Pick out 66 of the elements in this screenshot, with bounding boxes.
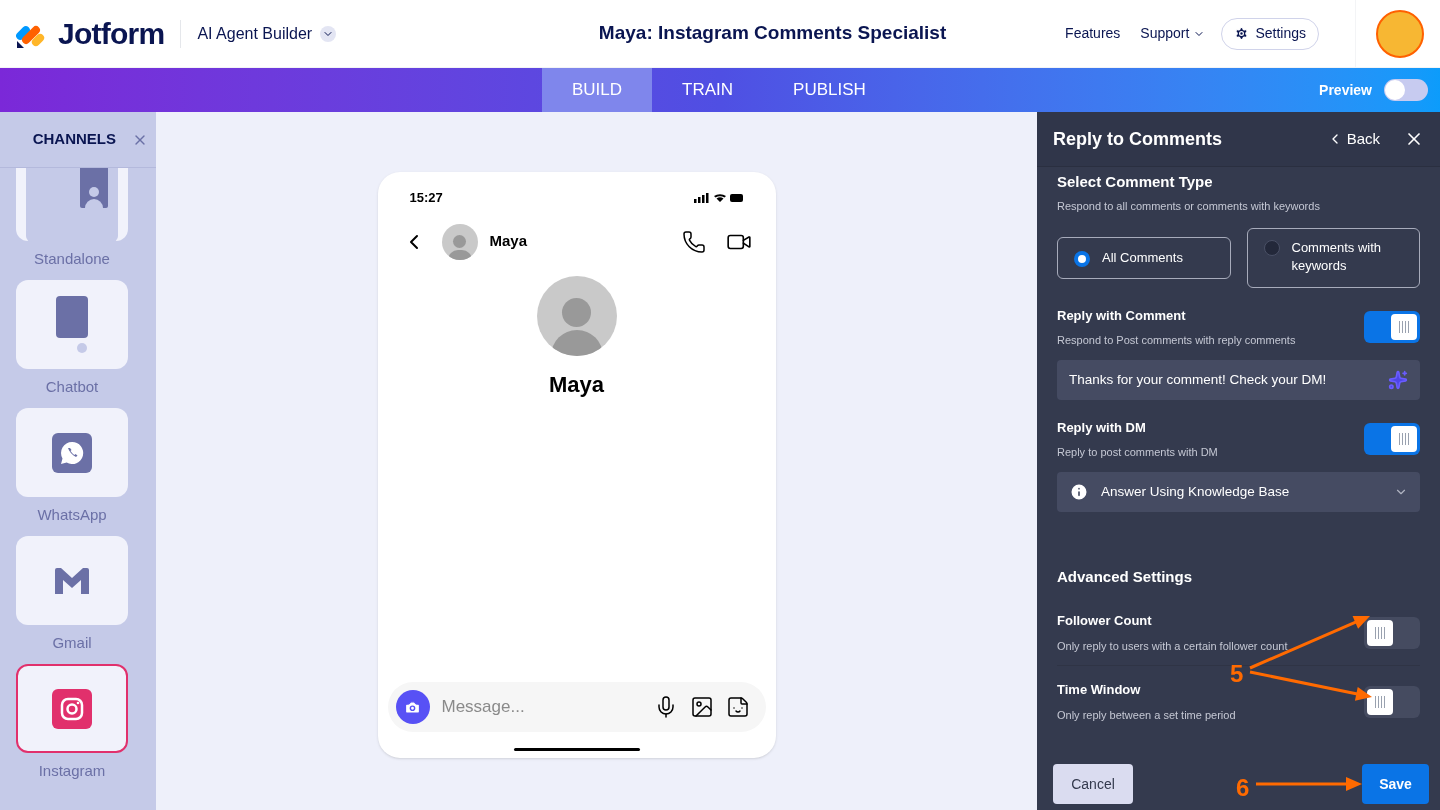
toggle-switch[interactable] <box>1364 311 1420 343</box>
support-menu[interactable]: Support <box>1140 23 1206 44</box>
section-title: Select Comment Type <box>1057 172 1214 192</box>
step-number: 6 <box>1236 773 1250 803</box>
gear-icon <box>1234 26 1250 41</box>
save-button[interactable]: Save <box>1362 764 1429 804</box>
chevron-down-icon[interactable] <box>320 25 337 42</box>
toggle-switch[interactable] <box>1364 423 1420 455</box>
brand-name: Jotform <box>58 16 165 52</box>
channel-card[interactable] <box>16 536 128 625</box>
channel-card[interactable] <box>16 280 128 369</box>
profile-name: Maya <box>548 370 604 399</box>
answer-dropdown[interactable]: Answer Using Knowledge Base <box>1057 472 1420 512</box>
reply-text-field[interactable]: Thanks for your comment! Check your DM! <box>1057 360 1420 400</box>
setting-title: Follower Count <box>1057 611 1153 630</box>
radio-option[interactable]: Comments with keywords <box>1246 228 1420 288</box>
back-button[interactable]: Back <box>1326 127 1380 151</box>
setting-title: Reply with DM <box>1057 419 1147 437</box>
cancel-button[interactable]: Cancel <box>1053 764 1133 804</box>
camera-icon <box>404 698 421 716</box>
step-number: 5 <box>1230 659 1244 689</box>
status-icons <box>693 192 744 203</box>
camera-button[interactable] <box>395 690 430 724</box>
channel-label: Standalone <box>34 251 110 266</box>
camera-logo-icon <box>52 688 92 729</box>
toggle-switch[interactable] <box>1364 685 1420 718</box>
channel-card[interactable] <box>16 408 128 497</box>
preview-toggle[interactable] <box>1384 79 1428 101</box>
chat-bubble-phone-icon <box>52 432 92 473</box>
image-icon[interactable] <box>689 695 714 719</box>
avatar[interactable] <box>1376 9 1424 58</box>
toggle-switch[interactable] <box>1364 616 1420 649</box>
standalone-page-icon <box>26 168 118 242</box>
channel-label: Chatbot <box>45 379 99 394</box>
m-logo-icon <box>55 567 89 594</box>
channels-title: CHANNELS <box>32 129 116 150</box>
message-field[interactable]: Message... <box>441 694 654 720</box>
tab[interactable]: TRAIN <box>652 68 764 112</box>
radio-option[interactable]: All Comments <box>1057 237 1231 279</box>
contact-avatar <box>441 223 478 260</box>
setting-description: Only reply to users with a certain follower count <box>1057 639 1288 654</box>
section-description: Respond to all comments or comments with keywords <box>1057 198 1321 214</box>
product-name: AI Agent Builder <box>197 23 313 44</box>
setting-description: Reply to post comments with DM <box>1057 444 1219 460</box>
phone-icon[interactable] <box>681 229 706 254</box>
contact-name: Maya <box>489 231 528 252</box>
sticker-icon[interactable] <box>725 695 750 719</box>
panel-title: Reply to Comments <box>1053 127 1223 151</box>
setting-title: Reply with Comment <box>1057 307 1187 325</box>
nav-link[interactable]: Features <box>1065 23 1121 44</box>
tab[interactable]: PUBLISH <box>763 68 896 112</box>
preview-label: Preview <box>1319 80 1372 100</box>
status-time: 15:27 <box>409 189 443 207</box>
channel-label: Gmail <box>52 635 92 650</box>
setting-description: Respond to Post comments with reply comments <box>1057 332 1297 348</box>
setting-description: Only reply between a set time period <box>1057 708 1236 723</box>
agent-title: Maya: Instagram Comments Specialist <box>598 21 947 46</box>
channel-card[interactable] <box>16 664 128 753</box>
channel-label: Instagram <box>38 763 106 778</box>
chatbot-icon <box>55 295 89 354</box>
channel-label: WhatsApp <box>37 507 107 522</box>
section-title: Advanced Settings <box>1057 567 1194 587</box>
message-bar[interactable]: Message... <box>387 682 766 732</box>
info-icon <box>1069 482 1089 502</box>
setting-title: Time Window <box>1057 680 1142 699</box>
channel-card[interactable] <box>16 168 128 241</box>
